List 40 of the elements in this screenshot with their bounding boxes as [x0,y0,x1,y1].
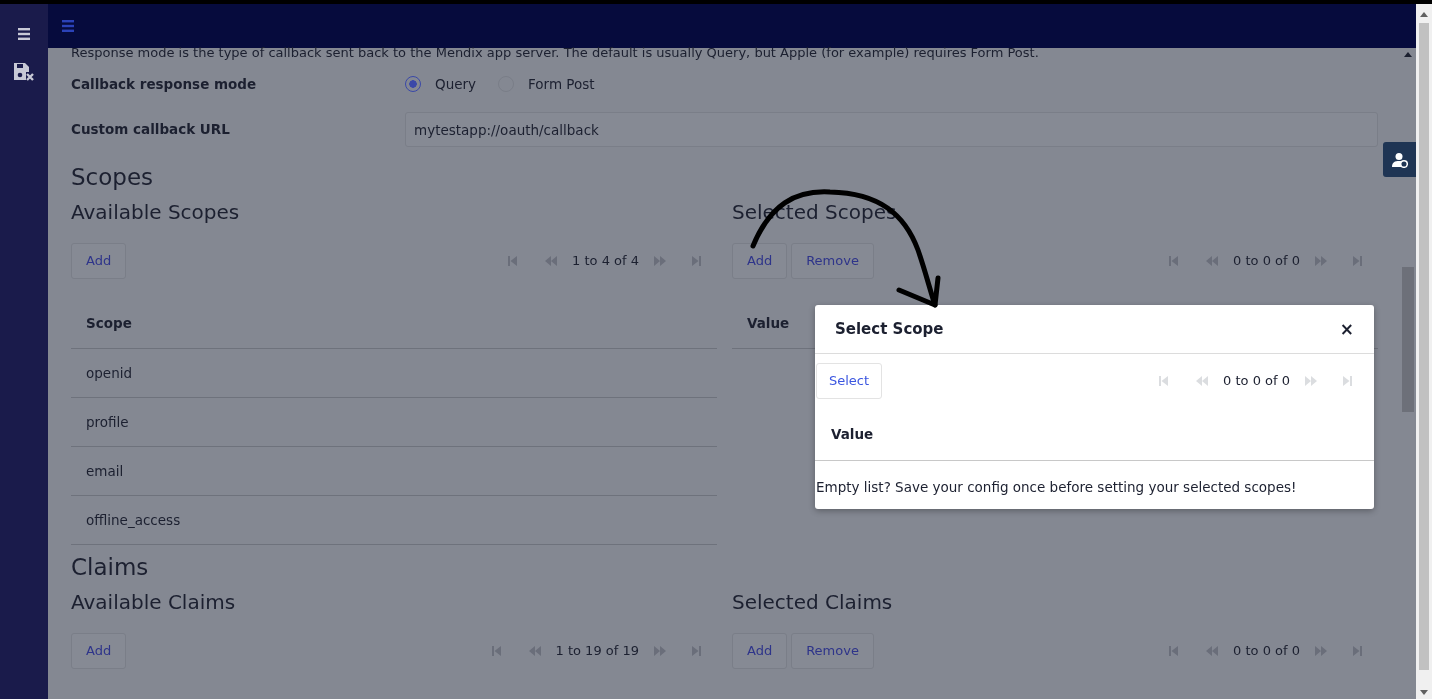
field-label: Callback response mode [71,75,258,94]
radio-label[interactable]: Query [435,74,477,95]
radio-button[interactable] [405,76,421,93]
floppy-disk-x-icon[interactable] [13,62,35,82]
pager-text: 1 to 19 of 19 [554,642,640,661]
select-button[interactable]: Select [816,363,883,399]
pager-text: 0 to 0 of 0 [1232,642,1301,661]
scroll-down-arrow-icon[interactable] [1420,690,1428,695]
menu-icon[interactable] [18,28,30,40]
section-heading: Claims [71,553,150,581]
panel-heading: Available Scopes [71,199,241,225]
section-heading: Scopes [71,163,155,191]
scroll-up-arrow-icon[interactable] [1404,52,1412,57]
pager-text: 1 to 4 of 4 [571,252,640,271]
empty-list-message: Empty list? Save your config once before setting your selected scopes! [815,478,1298,497]
user-settings-button[interactable] [1383,142,1416,177]
action-button[interactable]: Add [71,243,127,279]
action-button[interactable]: Remove [791,633,874,669]
action-button[interactable]: Add [732,243,788,279]
modal-title: Select Scope [835,320,944,338]
close-button[interactable]: × [1339,320,1354,338]
user-gear-icon [1391,151,1408,168]
text-field[interactable]: mytestapp://oauth/callback [405,112,1378,147]
pager-text: 0 to 0 of 0 [1232,252,1301,271]
radio-label[interactable]: Form Post [528,74,595,95]
table-cell: offline_access [71,496,717,545]
column-header: Scope [71,299,717,349]
panel-heading: Selected Claims [732,589,894,615]
scroll-up-arrow-icon[interactable] [1420,12,1428,17]
field-label: Custom callback URL [71,120,231,140]
table-cell: email [71,447,717,496]
table-cell: profile [71,398,717,447]
action-button[interactable]: Remove [791,243,874,279]
panel-heading: Available Claims [71,589,237,615]
column-header: Value [815,409,1374,461]
pager-text: 0 to 0 of 0 [1222,372,1291,391]
description-text: Response mode is the type of callback sent back to the Mendix app server. The default is usually Query, but Apple (for example) requires Form Post. [71,46,1040,60]
action-button[interactable]: Add [732,633,788,669]
table-cell: openid [71,349,717,398]
action-button[interactable]: Add [71,633,127,669]
